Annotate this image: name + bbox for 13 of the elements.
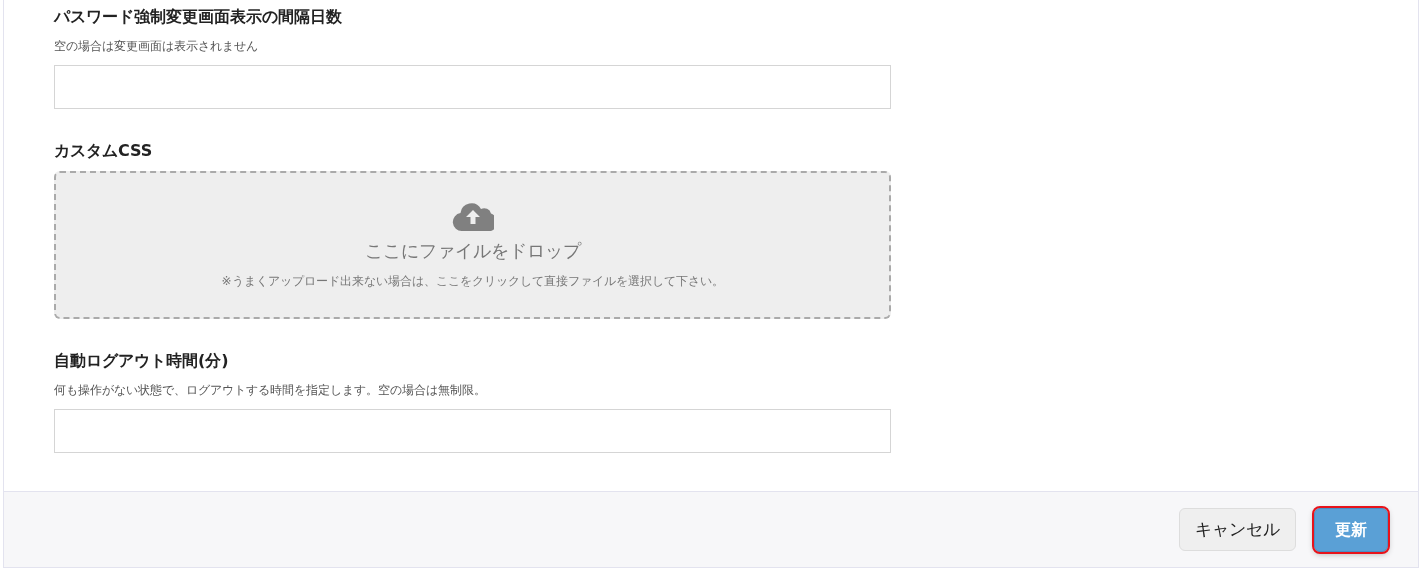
- help-text: 空の場合は変更画面は表示されません: [54, 38, 259, 55]
- field-label: カスタムCSS: [54, 140, 154, 162]
- field-label: パスワード強制変更画面表示の間隔日数: [54, 6, 343, 28]
- cloud-upload-icon: [451, 200, 494, 231]
- update-button[interactable]: 更新: [1314, 507, 1388, 552]
- drop-zone-text: ここにファイルをドロップ: [364, 238, 581, 263]
- input-field[interactable]: [54, 409, 891, 453]
- cancel-button[interactable]: キャンセル: [1179, 507, 1296, 552]
- input-field[interactable]: [54, 65, 891, 109]
- help-text: 何も操作がない状態で、ログアウトする時間を指定します。空の場合は無制限。: [54, 382, 487, 399]
- file-drop-zone[interactable]: ここにファイルをドロップ ※うまくアップロード出来ない場合は、ここをクリックして直接ファイルを選択して下さい。: [54, 171, 891, 319]
- drop-zone-note: ※うまくアップロード出来ない場合は、ここをクリックして直接ファイルを選択して下さい。: [221, 272, 724, 290]
- field-label: 自動ログアウト時間(分): [54, 350, 230, 372]
